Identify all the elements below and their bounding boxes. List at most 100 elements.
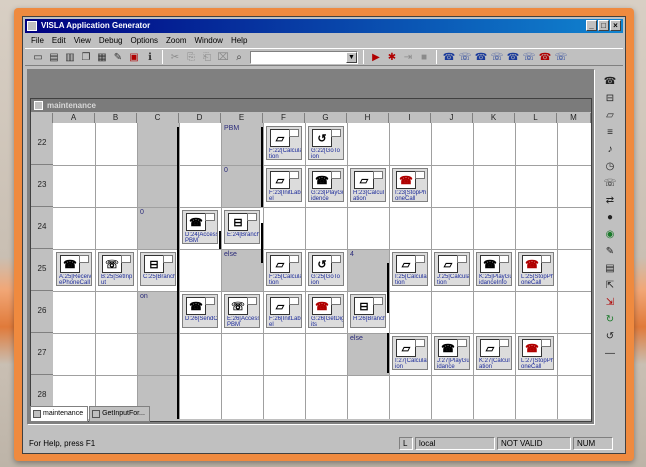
open-file-icon[interactable]: ▤	[47, 50, 61, 64]
flow-node[interactable]: ▱ K:27[Calcul ation	[476, 336, 512, 370]
menu-debug[interactable]: Debug	[99, 35, 123, 47]
phone-transfer-icon[interactable]: ☎	[506, 50, 520, 64]
palette-line-icon[interactable]: —	[603, 347, 617, 361]
flow-node[interactable]: ▱ I:25[Calcula tion	[392, 252, 428, 286]
column-header-d[interactable]: D	[179, 113, 221, 123]
menu-window[interactable]: Window	[195, 35, 223, 47]
debug-icon[interactable]: ✱	[385, 50, 399, 64]
close-button[interactable]: ×	[610, 20, 621, 31]
palette-import-icon[interactable]: ⇲	[603, 296, 617, 310]
info-icon[interactable]: ℹ	[143, 50, 157, 64]
palette-export-icon[interactable]: ⇱	[603, 279, 617, 293]
cut-icon[interactable]: ✂	[168, 50, 182, 64]
copy-icon[interactable]: ⎘	[184, 50, 198, 64]
menu-file[interactable]: File	[31, 35, 44, 47]
flow-node[interactable]: ☎ K:25[PlayGu idanceInfo	[476, 252, 512, 286]
flow-node[interactable]: ▱ F:23[InitLab el	[266, 168, 302, 202]
flow-node[interactable]: ▱ F:22[Calcula tion	[266, 126, 302, 160]
phone-receive-icon[interactable]: ☎	[442, 50, 456, 64]
paste-icon[interactable]: ⎗	[200, 50, 214, 64]
new-file-icon[interactable]: ▭	[31, 50, 45, 64]
find-icon[interactable]: ⌕	[232, 50, 246, 64]
stop-icon[interactable]: ■	[417, 50, 431, 64]
flow-node[interactable]: ☎ D:24[Access PBM	[182, 210, 218, 244]
tab-getinputfor[interactable]: GetInputFor...	[89, 406, 150, 422]
flow-node[interactable]: ☎ L:27[StopPh oneCall	[518, 336, 554, 370]
column-header-g[interactable]: G	[305, 113, 347, 123]
column-header-j[interactable]: J	[431, 113, 473, 123]
column-header-h[interactable]: H	[347, 113, 389, 123]
phone-record-icon[interactable]: ☏	[522, 50, 536, 64]
palette-list-icon[interactable]: ≡	[603, 126, 617, 140]
window-titlebar[interactable]: VISLA Application Generator _ □ ×	[25, 19, 623, 33]
palette-record-icon[interactable]: ●	[603, 211, 617, 225]
palette-transfer-icon[interactable]: ⇄	[603, 194, 617, 208]
maximize-button[interactable]: □	[598, 20, 609, 31]
row-header-25[interactable]: 25	[31, 249, 53, 291]
template-icon[interactable]: ▦	[95, 50, 109, 64]
palette-calc-icon[interactable]: ▱	[603, 109, 617, 123]
palette-branch-icon[interactable]: ⊟	[603, 92, 617, 106]
palette-globe-icon[interactable]: ◉	[603, 228, 617, 242]
flow-node[interactable]: ↺ G:25[GoTo ion	[308, 252, 344, 286]
flow-node[interactable]: ▱ F:25[Calcula tion	[266, 252, 302, 286]
minimize-button[interactable]: _	[586, 20, 597, 31]
copy-doc-icon[interactable]: ❐	[79, 50, 93, 64]
flow-node[interactable]: ☎ D:26[SendC	[182, 294, 218, 328]
flow-node[interactable]: ☎ L:25[StopPh oneCall	[518, 252, 554, 286]
column-header-i[interactable]: I	[389, 113, 431, 123]
menu-zoom[interactable]: Zoom	[166, 35, 186, 47]
phone-play-icon[interactable]: ☎	[474, 50, 488, 64]
column-header-b[interactable]: B	[95, 113, 137, 123]
flow-node[interactable]: ☎ G:23[PlayGu idence	[308, 168, 344, 202]
flow-node[interactable]: ⊟ C:25[Branch	[140, 252, 176, 286]
flow-node[interactable]: ▱ H:23[Calcul ation	[350, 168, 386, 202]
palette-goto-icon[interactable]: ↺	[603, 330, 617, 344]
phone-settings-icon[interactable]: ☏	[554, 50, 568, 64]
flow-node[interactable]: ⊟ H:26[Branch	[350, 294, 386, 328]
row-header-22[interactable]: 22	[31, 123, 53, 165]
step-icon[interactable]: ⇥	[401, 50, 415, 64]
flow-grid[interactable]: PBM 0 0 else 4 on else ▱ F:22[Calcula tio…	[53, 123, 591, 419]
flow-node[interactable]: ☎ G:26[GetDig its	[308, 294, 344, 328]
column-header-m[interactable]: M	[557, 113, 591, 123]
open-folder-icon[interactable]: ▥	[63, 50, 77, 64]
phone-input-icon[interactable]: ☏	[490, 50, 504, 64]
flow-node[interactable]: ▱ J:25[Calcula tion	[434, 252, 470, 286]
flow-node[interactable]: ☎ J:27[PlayGu idance	[434, 336, 470, 370]
palette-receive-icon[interactable]: ☎	[603, 75, 617, 89]
menu-edit[interactable]: Edit	[52, 35, 66, 47]
menu-options[interactable]: Options	[130, 35, 158, 47]
flow-node[interactable]: ↺ G:22[GoTo ion	[308, 126, 344, 160]
flow-node[interactable]: ☎ A:25[Receiv ePhoneCall	[56, 252, 92, 286]
phone-stop-icon[interactable]: ☎	[538, 50, 552, 64]
chevron-down-icon[interactable]: ▼	[346, 51, 357, 63]
menu-help[interactable]: Help	[231, 35, 247, 47]
row-header-27[interactable]: 27	[31, 333, 53, 375]
palette-timer-icon[interactable]: ◷	[603, 160, 617, 174]
row-header-24[interactable]: 24	[31, 207, 53, 249]
save-icon[interactable]: ▣	[127, 50, 141, 64]
column-header-a[interactable]: A	[53, 113, 95, 123]
row-header-26[interactable]: 26	[31, 291, 53, 333]
run-icon[interactable]: ▶	[369, 50, 383, 64]
flow-node[interactable]: ▱ I:27[Calculat ion	[392, 336, 428, 370]
flow-node[interactable]: ☏ B:25[SetInp ut	[98, 252, 134, 286]
flow-node[interactable]: ▱ F:26[InitLab el	[266, 294, 302, 328]
palette-db-icon[interactable]: ▤	[603, 262, 617, 276]
column-header-f[interactable]: F	[263, 113, 305, 123]
flow-node[interactable]: ☎ I:23[StopPh oneCall	[392, 168, 428, 202]
delete-icon[interactable]: ⌧	[216, 50, 230, 64]
palette-edit-icon[interactable]: ✎	[603, 245, 617, 259]
flow-node[interactable]: ☏ E:26[Access PBM	[224, 294, 260, 328]
column-header-e[interactable]: E	[221, 113, 263, 123]
phone-dial-icon[interactable]: ☏	[458, 50, 472, 64]
flow-node[interactable]: ⊟ E:24[Branch	[224, 210, 260, 244]
row-header-23[interactable]: 23	[31, 165, 53, 207]
column-header-c[interactable]: C	[137, 113, 179, 123]
palette-loop-icon[interactable]: ↻	[603, 313, 617, 327]
menu-view[interactable]: View	[74, 35, 91, 47]
view-combo[interactable]: ▼	[250, 50, 358, 64]
column-header-k[interactable]: K	[473, 113, 515, 123]
tab-maintenance[interactable]: maintenance	[30, 406, 89, 422]
